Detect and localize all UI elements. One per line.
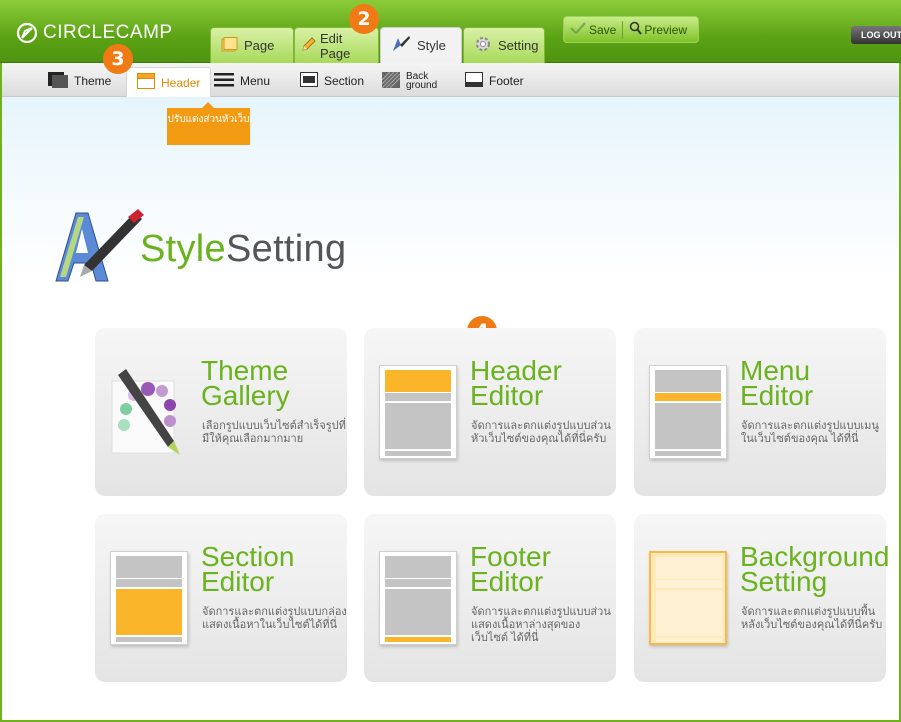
style-submenu-bar: Theme Header Menu Section Back ground Fo… xyxy=(2,63,899,97)
tab-setting[interactable]: Setting xyxy=(463,27,545,63)
subtab-theme[interactable]: Theme xyxy=(48,67,111,95)
subtab-menu[interactable]: Menu xyxy=(214,67,270,95)
save-preview-bar: Save Preview xyxy=(563,16,699,43)
style-setting-logo-icon xyxy=(54,203,146,288)
theme-icon xyxy=(48,71,68,91)
header-tooltip: ปรับแต่งส่วนหัวเว็บ xyxy=(167,102,250,145)
footer-layout-icon xyxy=(465,72,483,90)
card-title: Section Editor xyxy=(201,541,295,597)
save-button[interactable]: Save xyxy=(564,17,622,42)
subtab-footer-label: Footer xyxy=(489,74,524,88)
page-title: StyleSetting xyxy=(140,228,346,271)
card-header-editor[interactable]: Header Editor จัดการและตกแต่งรูปแบบส่วนหั… xyxy=(364,328,616,496)
tab-edit-page-label: Edit Page xyxy=(320,30,351,61)
tab-setting-label: Setting xyxy=(498,38,539,53)
card-background-setting[interactable]: Background Setting จัดการและตกแต่งรูปแบบพ… xyxy=(634,514,890,682)
subtab-background[interactable]: Back ground xyxy=(381,67,438,95)
card-section-editor[interactable]: Section Editor จัดการและตกแต่งรูปแบบกล่อง… xyxy=(95,514,347,682)
checkmark-icon xyxy=(570,22,586,37)
subtab-footer[interactable]: Footer xyxy=(465,67,524,95)
step-marker-2: 2 xyxy=(349,4,379,34)
card-title: Footer Editor xyxy=(470,541,551,597)
preview-label: Preview xyxy=(644,22,688,37)
menu-lines-icon xyxy=(214,72,234,90)
card-title: Background Setting xyxy=(740,541,890,597)
menu-layout-thumbnail-icon xyxy=(649,365,727,459)
subtab-section[interactable]: Section xyxy=(300,67,364,95)
card-description: จัดการและตกแต่งรูปแบบส่วนหัวเว็บไซต์ของค… xyxy=(471,420,611,445)
card-description: จัดการและตกแต่งรูปแบบส่วนแสดงเนื้อหาล่าง… xyxy=(471,606,611,644)
circlecamp-logo-icon xyxy=(16,22,38,44)
step-marker-3: 3 xyxy=(103,44,133,74)
card-title: Header Editor xyxy=(470,355,562,411)
subtab-background-label: Back ground xyxy=(406,71,438,91)
section-layout-icon xyxy=(300,72,318,90)
theme-palette-icon xyxy=(110,365,188,459)
subtab-header-label: Header xyxy=(161,75,201,90)
app-logo[interactable]: CIRCLECAMP xyxy=(16,22,173,44)
subtab-theme-label: Theme xyxy=(74,74,112,88)
tab-style[interactable]: Style xyxy=(380,27,462,63)
card-description: จัดการและตกแต่งรูปแบบเมนูในเว็บไซต์ของคุ… xyxy=(741,420,879,445)
top-bar: CIRCLECAMP Page Edit Page Style Setting … xyxy=(0,0,901,63)
page-title-highlight: Style xyxy=(140,228,226,270)
tab-page-label: Page xyxy=(244,38,275,53)
preview-button[interactable]: Preview xyxy=(623,17,693,42)
card-title: Menu Editor xyxy=(740,355,814,411)
card-title: Theme Gallery xyxy=(201,355,290,411)
page-title-rest: Setting xyxy=(225,228,347,270)
subtab-header[interactable]: Header xyxy=(126,67,212,97)
header-layout-thumbnail-icon xyxy=(379,365,457,459)
section-layout-thumbnail-icon xyxy=(110,551,188,645)
style-brush-icon xyxy=(391,35,411,56)
save-label: Save xyxy=(589,22,617,37)
logout-label: LOG OUT xyxy=(861,30,901,40)
magnifier-icon xyxy=(629,21,643,38)
gear-icon xyxy=(474,35,492,56)
tab-page[interactable]: Page xyxy=(210,27,294,63)
header-layout-icon xyxy=(137,73,155,92)
card-menu-editor[interactable]: Menu Editor จัดการและตกแต่งรูปแบบเมนูในเว… xyxy=(634,328,886,496)
subtab-menu-label: Menu xyxy=(240,74,271,88)
tab-style-label: Style xyxy=(417,38,446,53)
background-pattern-icon xyxy=(381,71,401,91)
card-theme-gallery[interactable]: Theme Gallery เลือกรูปแบบเว็บไซต์สำเร็จรู… xyxy=(95,328,347,496)
app-name: CIRCLECAMP xyxy=(43,22,173,43)
page-icon xyxy=(221,36,238,55)
card-footer-editor[interactable]: Footer Editor จัดการและตกแต่งรูปแบบส่วนแส… xyxy=(364,514,616,682)
subtab-section-label: Section xyxy=(324,74,365,88)
card-description: จัดการและตกแต่งรูปแบบพื้นหลังเว็บไซต์ของ… xyxy=(741,606,883,631)
card-description: จัดการและตกแต่งรูปแบบกล่องแสดงเนื้อหาในเ… xyxy=(202,606,347,631)
logout-button[interactable]: LOG OUT xyxy=(851,26,901,44)
card-description: เลือกรูปแบบเว็บไซต์สำเร็จรูปที่มีให้คุณเ… xyxy=(202,420,346,445)
background-layout-thumbnail-icon xyxy=(649,551,727,645)
pencil-icon xyxy=(301,36,317,55)
footer-layout-thumbnail-icon xyxy=(379,551,457,645)
